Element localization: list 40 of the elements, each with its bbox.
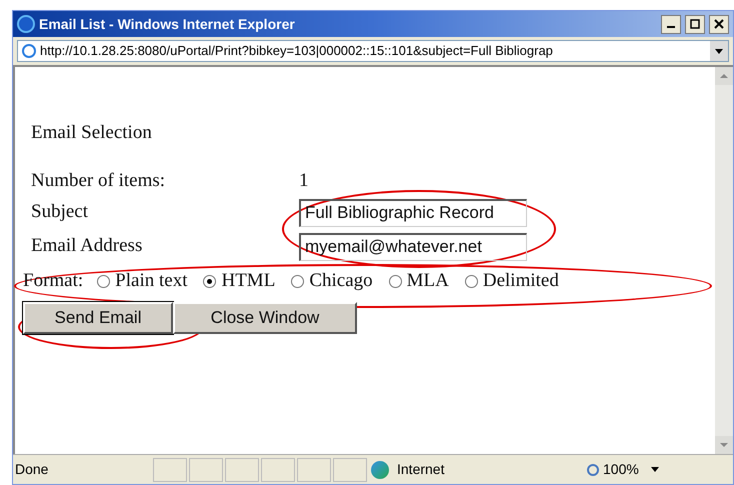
close-button[interactable] [709, 14, 729, 34]
section-heading: Email Selection [31, 121, 153, 145]
address-text: http://10.1.28.25:8080/uPortal/Print?bibkey=103|000002::15::101&subject=Full Bibliograp [40, 42, 554, 60]
zone-text: Internet [397, 460, 446, 479]
close-window-button[interactable]: Close Window [173, 302, 357, 334]
zone-globe-icon [371, 460, 389, 478]
zoom-text: 100% [603, 460, 639, 479]
status-pane [297, 458, 331, 482]
status-pane [189, 458, 223, 482]
format-radio[interactable]: MLA [388, 267, 449, 296]
field-label: Number of items: [31, 169, 166, 193]
format-radio[interactable]: Chicago [291, 267, 373, 296]
dropdown-button[interactable] [710, 41, 728, 61]
status-text: Done [14, 460, 50, 479]
field-label: Email Address [31, 234, 144, 258]
browser-logo-icon [17, 15, 35, 33]
field-label: Format: [23, 269, 84, 294]
caret-icon [715, 48, 723, 54]
minimize-button[interactable] [661, 14, 681, 34]
zoom-icon [587, 464, 599, 476]
status-pane [225, 458, 259, 482]
field-label: Subject [31, 200, 89, 224]
format-radio[interactable]: Plain text [97, 267, 188, 296]
page-icon [22, 44, 36, 58]
maximize-icon [690, 19, 700, 29]
minimize-icon [667, 26, 675, 28]
email-field[interactable]: myemail@whatever.net [299, 232, 527, 260]
status-pane [333, 458, 367, 482]
items-count: 1 [299, 169, 308, 193]
window-title: Email List - Windows Internet Explorer [39, 14, 296, 34]
send-button[interactable]: Send Email [23, 302, 173, 334]
format-radio[interactable]: Delimited [464, 267, 559, 296]
close-icon [714, 19, 724, 29]
maximize-button[interactable] [685, 14, 705, 34]
address-field[interactable]: http://10.1.28.25:8080/uPortal/Print?bibkey=103|000002::15::101&subject=Full Bibliograp [17, 40, 729, 62]
status-pane [261, 458, 295, 482]
format-radio[interactable]: HTML [203, 267, 276, 296]
caret-icon [650, 467, 659, 472]
subject-field[interactable]: Full Bibliographic Record [299, 198, 527, 226]
status-pane [153, 458, 187, 482]
